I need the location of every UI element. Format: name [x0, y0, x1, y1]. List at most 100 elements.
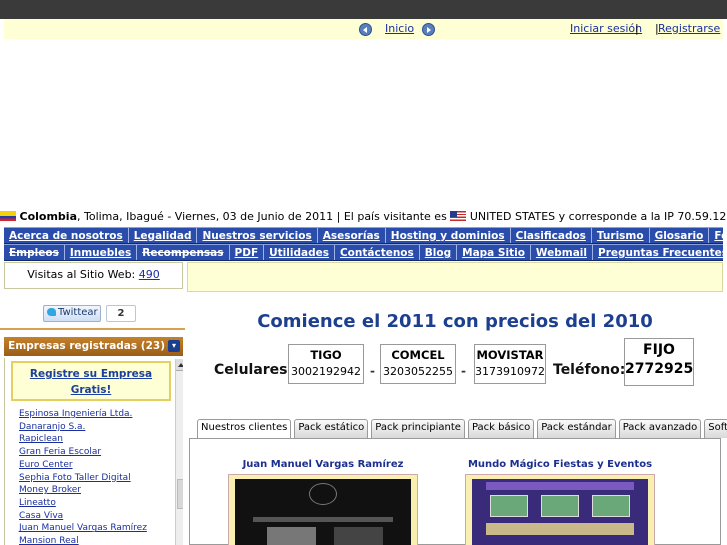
- empresas-header[interactable]: Empresas registradas (23) ▾: [4, 337, 183, 356]
- client-title[interactable]: Mundo Mágico Fiestas y Eventos: [465, 459, 655, 470]
- menu-item-asesorias[interactable]: Asesorías: [318, 228, 386, 243]
- tab-nuestros-clientes[interactable]: Nuestros clientes: [197, 419, 292, 439]
- login-link[interactable]: Iniciar sesión: [570, 22, 642, 35]
- login-separator: |: [635, 22, 639, 35]
- client-title[interactable]: Juan Manuel Vargas Ramírez: [228, 459, 418, 470]
- register-company-line1: Registre su Empresa: [29, 368, 153, 380]
- tweet-button[interactable]: Twittear: [43, 305, 101, 322]
- company-list: Espinosa Ingeniería Ltda. Danaranjo S.a.…: [19, 408, 171, 545]
- menu-item-utilidades[interactable]: Utilidades: [264, 245, 335, 260]
- scroll-thumb[interactable]: [177, 479, 183, 509]
- movistar-box: MOVISTAR 3173910972: [474, 344, 546, 384]
- forward-arrow-icon[interactable]: [422, 23, 435, 36]
- celulares-label: Celulares:: [214, 362, 294, 378]
- tab-pack-estandar[interactable]: Pack estándar: [537, 419, 616, 438]
- list-item: Rapiclean: [19, 433, 171, 446]
- tab-pack-avanzado[interactable]: Pack avanzado: [618, 419, 702, 438]
- menu-item-glosario[interactable]: Glosario: [650, 228, 710, 243]
- menu-item-hosting[interactable]: Hosting y dominios: [386, 228, 511, 243]
- top-link-bar: Inicio Iniciar sesión | | Registrarse: [4, 19, 723, 39]
- comcel-operator: COMCEL: [391, 348, 445, 362]
- tab-pack-principiante[interactable]: Pack principiante: [371, 419, 465, 438]
- register-company-button[interactable]: Registre su Empresa Gratis!: [11, 361, 171, 401]
- list-item: Euro Center: [19, 459, 171, 472]
- client-screenshot[interactable]: [228, 474, 418, 545]
- tab-pack-basico[interactable]: Pack básico: [467, 419, 535, 438]
- company-link[interactable]: Lineatto: [19, 498, 56, 508]
- company-link[interactable]: Mansion Real: [19, 536, 79, 545]
- company-link[interactable]: Danaranjo S.a.: [19, 422, 85, 432]
- dash-separator: -: [370, 364, 375, 378]
- company-link[interactable]: Espinosa Ingeniería Ltda.: [19, 409, 132, 419]
- menu-item-preguntas[interactable]: Preguntas Frecuentes: [593, 245, 727, 260]
- fijo-number: 2772925: [625, 361, 694, 377]
- main-menu-row-2: Empleos Inmuebles Recompensas PDF Utilid…: [4, 244, 727, 261]
- menu-item-blog[interactable]: Blog: [420, 245, 458, 260]
- ip-text: y corresponde a la IP 70.59.126.251: [558, 210, 727, 223]
- register-company-line2: Gratis!: [70, 384, 112, 396]
- menu-item-clasificados[interactable]: Clasificados: [511, 228, 592, 243]
- menu-item-mapa-sitio[interactable]: Mapa Sitio: [457, 245, 531, 260]
- menu-item-acerca[interactable]: Acerca de nosotros: [4, 228, 129, 243]
- client-thumbnail-image: [235, 479, 411, 545]
- company-link[interactable]: Euro Center: [19, 460, 73, 470]
- menu-item-servicios[interactable]: Nuestros servicios: [197, 228, 318, 243]
- browser-top-bar: [0, 0, 727, 19]
- menu-item-contactenos[interactable]: Contáctenos: [335, 245, 420, 260]
- list-item: Sephia Foto Taller Digital: [19, 472, 171, 485]
- fijo-operator: FIJO: [643, 342, 675, 358]
- menu-item-webmail[interactable]: Webmail: [531, 245, 593, 260]
- menu-item-inmuebles[interactable]: Inmuebles: [65, 245, 138, 260]
- fijo-box: FIJO 2772925: [624, 338, 694, 386]
- country-name: Colombia: [19, 210, 78, 223]
- company-link[interactable]: Gran Feria Escolar: [19, 447, 101, 457]
- company-link[interactable]: Rapiclean: [19, 434, 63, 444]
- client-screenshot[interactable]: [465, 474, 655, 545]
- back-arrow-icon[interactable]: [359, 23, 372, 36]
- inicio-link[interactable]: Inicio: [385, 22, 414, 35]
- company-list-scrollbar[interactable]: [175, 359, 183, 545]
- menu-item-legalidad[interactable]: Legalidad: [129, 228, 198, 243]
- tab-panel: Juan Manuel Vargas Ramírez Mundo Mágico …: [189, 438, 721, 545]
- twitter-bird-icon: [47, 308, 56, 316]
- register-link[interactable]: Registrarse: [658, 22, 720, 35]
- list-item: Casa Viva: [19, 510, 171, 523]
- empresas-list-box: Registre su Empresa Gratis! Espinosa Ing…: [4, 358, 183, 545]
- scroll-up-icon[interactable]: [176, 359, 183, 371]
- telefono-label: Teléfono:: [553, 362, 626, 378]
- location-text: , Tolima, Ibagué - Viernes, 03 de Junio …: [77, 210, 447, 223]
- list-item: Espinosa Ingeniería Ltda.: [19, 408, 171, 421]
- company-link[interactable]: Casa Viva: [19, 511, 63, 521]
- menu-item-recompensas[interactable]: Recompensas: [137, 245, 230, 260]
- list-item: Money Broker: [19, 484, 171, 497]
- visit-label: Visitas al Sitio Web:: [27, 268, 136, 281]
- visit-count[interactable]: 490: [139, 268, 160, 281]
- promo-title: Comience el 2011 con precios del 2010: [257, 311, 653, 332]
- tab-softweb[interactable]: SoftWeb: [704, 419, 727, 438]
- menu-item-turismo[interactable]: Turismo: [592, 228, 650, 243]
- main-menu-row-1: Acerca de nosotros Legalidad Nuestros se…: [4, 227, 727, 244]
- colombia-flag-icon: [0, 211, 16, 221]
- banner-area: [187, 262, 723, 292]
- location-info-bar: Colombia, Tolima, Ibagué - Viernes, 03 d…: [0, 210, 727, 226]
- dash-separator: -: [461, 364, 466, 378]
- tigo-operator: TIGO: [310, 348, 342, 362]
- tab-pack-estatico[interactable]: Pack estático: [294, 419, 369, 438]
- visitor-country: UNITED STATES: [469, 210, 556, 223]
- list-item: Danaranjo S.a.: [19, 421, 171, 434]
- list-item: Gran Feria Escolar: [19, 446, 171, 459]
- empresas-header-label: Empresas registradas (23): [8, 340, 165, 352]
- chevron-down-icon[interactable]: ▾: [168, 340, 180, 352]
- client-thumbnail-image: [472, 479, 648, 545]
- comcel-box: COMCEL 3203052255: [380, 344, 456, 384]
- menu-item-pdf[interactable]: PDF: [230, 245, 265, 260]
- tigo-box: TIGO 3002192942: [288, 344, 364, 384]
- company-link[interactable]: Sephia Foto Taller Digital: [19, 473, 131, 483]
- company-link[interactable]: Money Broker: [19, 485, 81, 495]
- tweet-label: Twittear: [58, 307, 98, 318]
- menu-item-empleos[interactable]: Empleos: [4, 245, 65, 260]
- list-item: Juan Manuel Vargas Ramírez: [19, 522, 171, 535]
- company-link[interactable]: Juan Manuel Vargas Ramírez: [19, 523, 147, 533]
- menu-item-foro[interactable]: Foro: [709, 228, 727, 243]
- movistar-number: 3173910972: [475, 365, 545, 378]
